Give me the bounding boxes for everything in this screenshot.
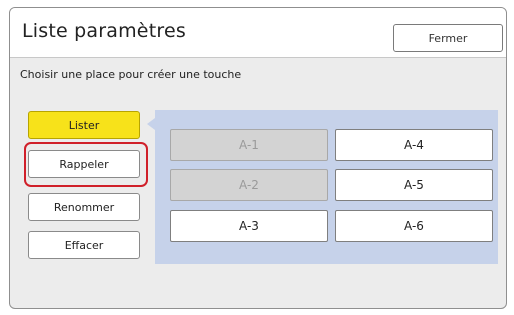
close-button[interactable]: Fermer xyxy=(393,24,503,52)
slot-a4-button[interactable]: A-4 xyxy=(335,129,493,161)
slot-a5-button[interactable]: A-5 xyxy=(335,169,493,201)
slot-a2-button: A-2 xyxy=(170,169,328,201)
slot-a6-button[interactable]: A-6 xyxy=(335,210,493,242)
slot-a1-button: A-1 xyxy=(170,129,328,161)
instruction-text: Choisir une place pour créer une touche xyxy=(20,68,242,81)
dialog-title: Liste paramètres xyxy=(22,20,186,42)
rename-button[interactable]: Renommer xyxy=(28,193,140,221)
delete-button[interactable]: Effacer xyxy=(28,231,140,259)
panel-pointer-arrow xyxy=(147,118,155,130)
slot-a3-button[interactable]: A-3 xyxy=(170,210,328,242)
recall-button[interactable]: Rappeler xyxy=(28,150,140,178)
settings-list-dialog: Liste paramètres Fermer Choisir une plac… xyxy=(9,7,507,309)
dialog-header: Liste paramètres Fermer xyxy=(10,8,506,58)
list-button[interactable]: Lister xyxy=(28,111,140,139)
slot-panel: A-1 A-2 A-3 A-4 A-5 A-6 xyxy=(155,110,498,264)
